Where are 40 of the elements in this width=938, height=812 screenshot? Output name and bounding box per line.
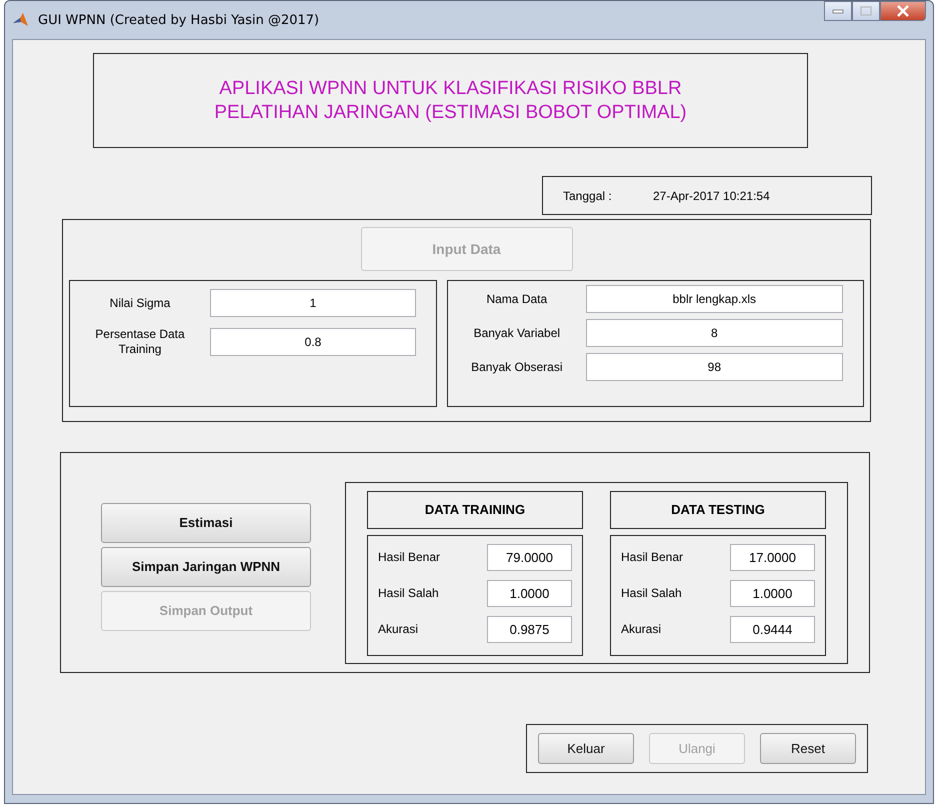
result-label: Hasil Salah [621,586,682,600]
field-label: Banyak Variabel [472,326,562,340]
close-button[interactable] [880,1,926,21]
input-field[interactable]: bblr lengkap.xls [586,285,843,313]
result-label: Akurasi [621,622,662,636]
app-logo-icon [12,11,30,29]
footer-button[interactable]: Keluar [538,733,634,764]
header-title: APLIKASI WPNN UNTUK KLASIFIKASI RISIKO BBLR [219,76,682,100]
result-label: Hasil Salah [378,586,439,600]
field-label: Nama Data [485,292,548,306]
window-title: GUI WPNN (Created by Hasbi Yasin @2017) [38,12,320,28]
results-heading: DATA TRAINING [367,490,583,528]
footer-button[interactable]: Reset [760,733,856,764]
minimize-icon [832,8,844,14]
date-value: 27-Apr-2017 10:21:54 [653,188,770,202]
field-label: Nilai Sigma [108,296,172,310]
result-label: Hasil Benar [621,550,684,564]
header-title: PELATIHAN JARINGAN (ESTIMASI BOBOT OPTIMAL) [214,100,687,124]
field-label: Banyak Obserasi [470,360,564,374]
action-button[interactable]: Estimasi [101,502,311,542]
close-icon [896,5,910,17]
result-field[interactable]: 1.0000 [730,580,815,606]
maximize-icon [860,6,872,16]
result-field[interactable]: 17.0000 [730,544,815,570]
action-button[interactable]: Simpan Jaringan WPNN [101,546,311,586]
result-field[interactable]: 0.9444 [730,616,815,642]
input-field[interactable]: 1 [210,289,416,317]
input-field[interactable]: 98 [586,353,843,381]
field-label: Persentase Data Training [94,327,186,357]
result-label: Akurasi [378,622,418,636]
input-field[interactable]: 0.8 [210,328,416,356]
date-label: Tanggal : [563,188,613,202]
input-field[interactable]: 8 [586,319,843,347]
results-heading: DATA TESTING [610,490,826,528]
result-label: Hasil Benar [378,550,440,564]
maximize-button[interactable] [852,1,880,21]
result-field[interactable]: 1.0000 [487,580,572,606]
minimize-button[interactable] [824,1,852,21]
result-field[interactable]: 0.9875 [487,616,572,642]
result-field[interactable]: 79.0000 [487,544,572,570]
